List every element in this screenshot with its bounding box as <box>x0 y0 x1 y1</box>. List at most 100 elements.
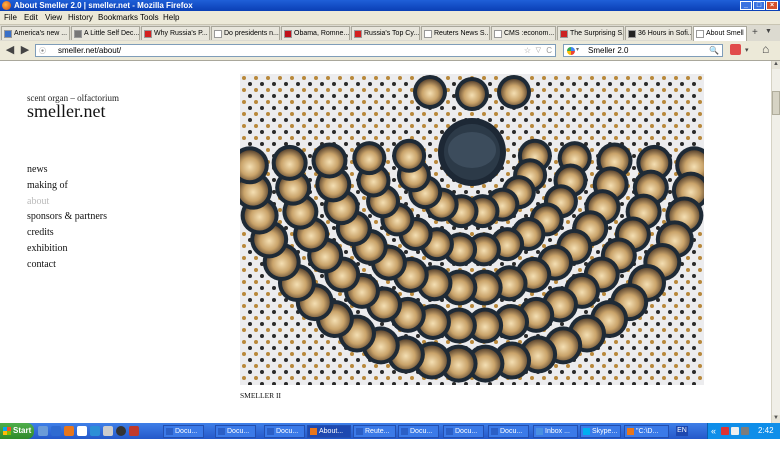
quicklaunch-icon[interactable] <box>103 426 113 436</box>
tab[interactable]: The Surprising S... <box>557 26 624 40</box>
back-button[interactable]: ◀ <box>3 44 17 57</box>
addon-icon[interactable] <box>730 44 741 55</box>
document-icon <box>166 428 173 435</box>
language-indicator[interactable]: EN <box>676 426 688 436</box>
quicklaunch-icon[interactable] <box>90 426 100 436</box>
quicklaunch-icon[interactable] <box>77 426 87 436</box>
reload-icon[interactable]: C <box>546 45 552 56</box>
menu-bar: File Edit View History Bookmarks Tools H… <box>0 11 780 25</box>
vertical-scrollbar[interactable]: ▲ ▼ <box>771 61 780 423</box>
taskbar-button[interactable]: "C:\D... <box>624 425 669 438</box>
url-dropdown-icon[interactable]: ▽ <box>536 45 541 56</box>
menu-history[interactable]: History <box>68 13 93 22</box>
site-nav: news making of about sponsors & partners… <box>27 162 107 273</box>
tab-favicon <box>628 30 636 38</box>
taskbar-button[interactable]: Docu... <box>398 425 439 438</box>
taskbar-button[interactable]: Docu... <box>264 425 305 438</box>
forward-button[interactable]: ▶ <box>18 44 32 57</box>
taskbar-button[interactable]: Docu... <box>443 425 484 438</box>
maximize-button[interactable]: □ <box>753 1 765 10</box>
taskbar-button-label: About... <box>319 428 344 435</box>
skype-icon <box>583 428 590 435</box>
quicklaunch-icon[interactable] <box>129 426 139 436</box>
start-label: Start <box>13 426 32 435</box>
chevron-down-icon: ▾ <box>576 47 580 53</box>
close-button[interactable]: × <box>766 1 778 10</box>
site-title[interactable]: smeller.net <box>27 101 105 122</box>
nav-item-exhibition[interactable]: exhibition <box>27 241 107 257</box>
quicklaunch-icon[interactable] <box>38 426 48 436</box>
taskbar-button[interactable]: Docu... <box>163 425 204 438</box>
quicklaunch-icon[interactable] <box>51 426 61 436</box>
tab-label: About Smell <box>706 30 744 37</box>
search-text: Smeller 2.0 <box>588 46 629 55</box>
tab-label: Obama, Romne... <box>294 30 350 37</box>
tray-expand-icon[interactable]: « <box>711 423 716 439</box>
google-icon[interactable] <box>567 47 575 55</box>
tab[interactable]: Obama, Romne... <box>281 26 350 40</box>
tube-inner <box>275 148 304 177</box>
url-bar[interactable]: ⦿ smeller.net/about/ ☆ ▽ C <box>35 44 556 57</box>
tab[interactable]: Do presidents n... <box>211 26 280 40</box>
nav-item-making-of[interactable]: making of <box>27 178 107 194</box>
menu-edit[interactable]: Edit <box>24 13 38 22</box>
start-button[interactable]: Start <box>0 423 34 439</box>
nav-item-about[interactable]: about <box>27 194 107 210</box>
smeller-photo <box>240 74 704 385</box>
taskbar: Start Docu... Docu... Docu... About... R… <box>0 423 780 451</box>
taskbar-button[interactable]: Skype... <box>580 425 621 438</box>
tray-icon[interactable] <box>721 427 729 435</box>
document-icon <box>401 428 408 435</box>
new-tab-button[interactable]: + <box>752 27 758 38</box>
tab-active[interactable]: About Smell <box>693 26 747 41</box>
tab[interactable]: Why Russia's P... <box>141 26 210 40</box>
bookmark-star-icon[interactable]: ☆ <box>524 45 531 56</box>
quicklaunch-icon[interactable] <box>116 426 126 436</box>
tab[interactable]: 36 Hours in Sofi... <box>625 26 692 40</box>
firefox-icon <box>2 1 11 10</box>
home-icon[interactable]: ⌂ <box>762 42 769 56</box>
chevron-down-icon[interactable]: ▾ <box>745 46 749 54</box>
menu-help[interactable]: Help <box>163 13 179 22</box>
nav-item-sponsors[interactable]: sponsors & partners <box>27 209 107 225</box>
window-controls: _ □ × <box>740 1 778 10</box>
tab[interactable]: America's new ... <box>1 26 70 40</box>
nav-item-credits[interactable]: credits <box>27 225 107 241</box>
tab[interactable]: Reuters News S... <box>421 26 490 40</box>
taskbar-button-label: "C:\D... <box>636 428 659 435</box>
nav-item-contact[interactable]: contact <box>27 257 107 273</box>
search-icon[interactable]: 🔍 <box>709 45 719 56</box>
tray-icon[interactable] <box>741 427 749 435</box>
menu-tools[interactable]: Tools <box>140 13 159 22</box>
tab[interactable]: A Little Self Dec... <box>71 26 140 40</box>
document-icon <box>491 428 498 435</box>
minimize-button[interactable]: _ <box>740 1 752 10</box>
taskbar-button[interactable]: Docu... <box>215 425 256 438</box>
menu-bookmarks[interactable]: Bookmarks <box>98 13 138 22</box>
list-tabs-button[interactable]: ▼ <box>765 28 772 35</box>
taskbar-button[interactable]: Inbox ... <box>533 425 578 438</box>
menu-view[interactable]: View <box>45 13 62 22</box>
taskbar-button-active[interactable]: About... <box>307 425 351 438</box>
scroll-up-icon[interactable]: ▲ <box>772 61 780 69</box>
photo-caption: SMELLER II <box>240 391 282 400</box>
tray-icon[interactable] <box>731 427 739 435</box>
tab-favicon <box>214 30 222 38</box>
tube-inner <box>501 79 527 105</box>
scroll-down-icon[interactable]: ▼ <box>772 415 780 423</box>
menu-file[interactable]: File <box>4 13 17 22</box>
search-bar[interactable]: ▾ Smeller 2.0 🔍 <box>563 44 723 57</box>
scroll-thumb[interactable] <box>772 91 780 115</box>
tab[interactable]: CMS :econom... <box>491 26 556 40</box>
taskbar-button[interactable]: Docu... <box>488 425 529 438</box>
tab[interactable]: Russia's Top Cy... <box>351 26 420 40</box>
taskbar-button-label: Docu... <box>175 428 198 435</box>
taskbar-button[interactable]: Reute... <box>353 425 396 438</box>
tab-label: Reuters News S... <box>434 30 490 37</box>
document-icon <box>446 428 453 435</box>
nav-item-news[interactable]: news <box>27 162 107 178</box>
quicklaunch-icon[interactable] <box>64 426 74 436</box>
taskbar-button-label: Docu... <box>276 428 299 435</box>
tube-inner <box>396 142 423 169</box>
tab-label: The Surprising S... <box>570 30 624 37</box>
